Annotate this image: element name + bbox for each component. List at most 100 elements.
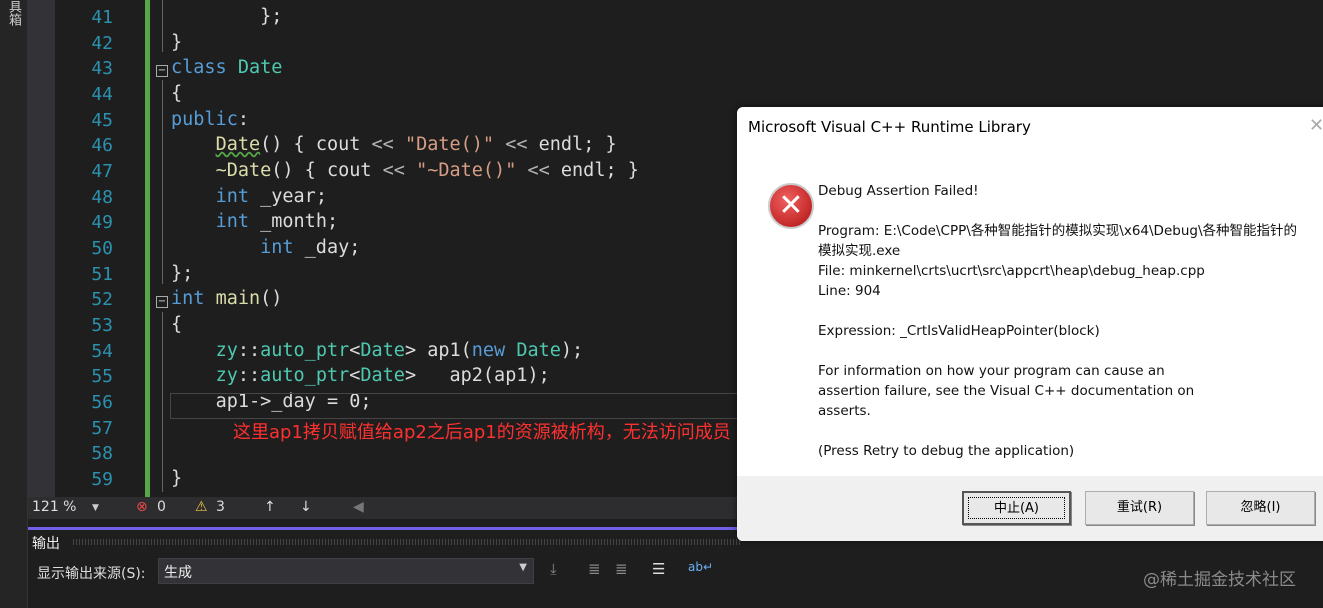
code-token: "~Date()" [416,160,517,182]
retry-hint: (Press Retry to debug the application) [818,443,1075,459]
current-line-highlight [170,393,740,419]
code-token: ; [349,237,361,259]
code-token: _month [260,211,327,233]
line-number: 57 [91,417,113,439]
line-number: 49 [91,212,113,234]
warning-icon[interactable]: ⚠ [195,499,208,515]
code-token: ); [560,339,584,361]
scroll-left-icon[interactable]: ◀ [353,499,364,515]
code-token: () [260,288,283,310]
find-message-icon[interactable]: ⤓ [550,560,557,578]
code-line: } [171,32,182,53]
code-token: ; } [583,134,617,156]
code-token: ; [315,185,327,207]
code-line: int _year; [171,186,327,207]
word-wrap-icon[interactable]: ab↵ [688,560,713,574]
clear-all-icon[interactable]: ☰ [652,560,665,578]
code-token: << [360,134,405,156]
code-token: _year [260,185,316,207]
indent-guide [162,0,163,52]
code-token: ~Date [215,160,272,182]
close-icon[interactable]: ✕ [1309,115,1323,136]
program-path: Program: E:\Code\CPP\各种智能指针的模拟实现\x64\Deb… [818,223,1297,259]
line-number: 47 [91,161,113,183]
output-source-select[interactable]: 生成 ▼ [158,558,534,584]
code-line: zy::auto_ptr<Date> ap2(ap1); [171,365,550,386]
code-token: }; [260,6,283,27]
code-token: :: [237,339,261,361]
line-number: 48 [91,186,113,208]
chevron-down-icon: ▼ [519,562,527,573]
code-token: Date [516,339,561,361]
code-token: main [215,288,261,310]
next-message-icon[interactable]: ≣ [615,560,628,578]
code-line: }; [171,6,282,27]
retry-button[interactable]: 重试(R) [1085,491,1194,525]
code-line: { [171,83,182,104]
warning-count[interactable]: 3 [216,499,225,515]
output-source-label: 显示输出来源(S): [37,566,146,582]
code-token: }; [171,262,194,284]
code-token: { [171,83,183,104]
code-token: ; [326,211,339,233]
output-panel-title: 输出 [32,536,60,552]
code-token: ap2 [449,365,483,387]
code-token: Date [237,57,283,79]
fold-toggle-icon[interactable]: − [156,296,168,308]
code-line: ~Date() { cout << "~Date()" << endl; } [171,160,639,181]
code-token: { [171,314,183,336]
line-number: 43 [91,58,113,80]
line-number: 58 [91,443,113,465]
code-token: ( [460,339,472,361]
error-count[interactable]: 0 [157,499,166,515]
chevron-down-icon[interactable]: ▼ [92,503,99,513]
code-token: endl [538,134,584,156]
code-token: > [404,365,450,387]
code-token: } [171,31,183,53]
line-number: 53 [91,315,113,337]
assertion-dialog: Microsoft Visual C++ Runtime Library ✕ ✕… [737,107,1323,541]
code-token: Date [360,339,405,361]
arrow-up-icon[interactable]: ↑ [264,499,276,515]
code-line: }; [171,263,193,284]
code-token: : [237,108,249,130]
abort-button[interactable]: 中止(A) [962,491,1071,525]
line-number: 44 [91,84,113,105]
code-token: endl [560,160,606,182]
fold-toggle-icon[interactable]: − [156,65,168,77]
zoom-level-dropdown[interactable]: 121 % [32,499,76,515]
code-token: cout [315,134,361,156]
watermark: @稀土掘金技术社区 [1143,570,1296,590]
dialog-heading: Debug Assertion Failed! [818,183,979,199]
code-token: ; } [605,160,639,182]
ignore-button[interactable]: 忽略(I) [1206,491,1315,525]
arrow-down-icon[interactable]: ↓ [300,499,312,515]
toolbox-tab[interactable]: 具箱 [4,0,23,26]
editor-status-bar: 121 % ▼ ⊗ 0 ⚠ 3 ↑ ↓ ◀ [28,497,740,519]
panel-divider [28,527,740,530]
prev-message-icon[interactable]: ≣ [588,560,601,578]
code-line: } [171,468,182,489]
code-token: _day [304,237,350,259]
code-token: < [349,339,361,361]
code-token: < [349,365,361,387]
line-number: 51 [91,263,113,285]
code-token: } [171,468,183,490]
line-number: Line: 904 [818,283,881,299]
code-line: int _month; [171,211,339,233]
panel-grip[interactable] [73,539,740,545]
line-number: 45 [91,109,113,131]
error-icon[interactable]: ⊗ [136,499,148,515]
code-token: class [171,57,238,79]
code-token: auto_ptr [260,365,350,387]
indent-guide [162,312,163,492]
info-text: For information on how your program can … [818,363,1195,419]
line-number: 42 [91,32,113,54]
code-line: zy::auto_ptr<Date> ap1(new Date); [171,339,584,361]
code-line: int _day; [171,237,360,258]
